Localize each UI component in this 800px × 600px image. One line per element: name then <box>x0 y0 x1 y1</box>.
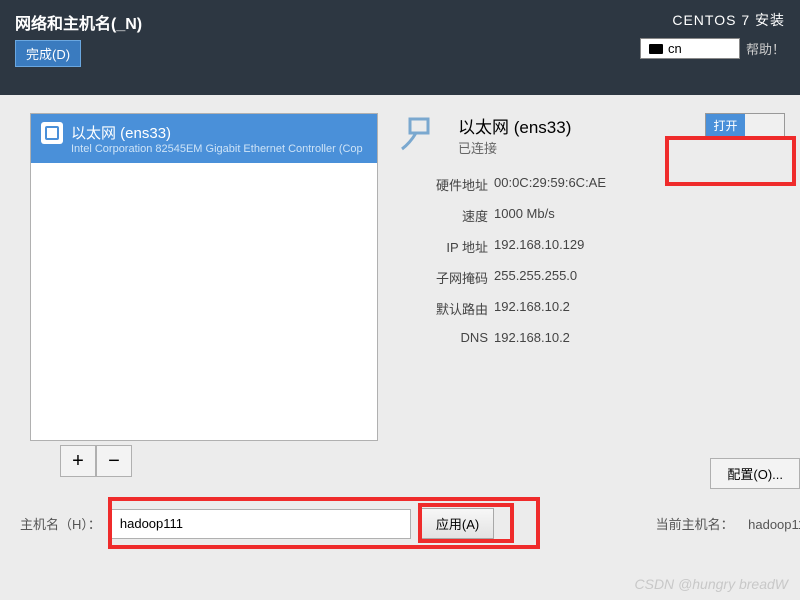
connection-status: 已连接 <box>458 138 571 157</box>
mask-label: 子网掩码 <box>408 268 488 287</box>
ethernet-large-icon <box>398 113 446 157</box>
nic-name: 以太网 (ens33) <box>71 122 363 143</box>
ethernet-icon <box>41 122 63 144</box>
current-hostname-value: hadoop11 <box>748 517 800 532</box>
remove-interface-button[interactable]: − <box>96 445 132 477</box>
ip-label: IP 地址 <box>408 237 488 256</box>
mask-value: 255.255.255.0 <box>494 268 785 287</box>
hwaddr-value: 00:0C:29:59:6C:AE <box>494 175 785 194</box>
gateway-label: 默认路由 <box>408 299 488 318</box>
current-hostname-label: 当前主机名： <box>656 517 734 532</box>
add-interface-button[interactable]: + <box>60 445 96 477</box>
help-link[interactable]: 帮助！ <box>746 39 785 58</box>
distro-brand: CENTOS 7 安装 <box>672 10 785 30</box>
dns-label: DNS <box>408 330 488 345</box>
speed-value: 1000 Mb/s <box>494 206 785 225</box>
speed-label: 速度 <box>408 206 488 225</box>
watermark: CSDN @hungry breadW <box>635 576 789 592</box>
ip-value: 192.168.10.129 <box>494 237 785 256</box>
list-item[interactable]: 以太网 (ens33) Intel Corporation 82545EM Gi… <box>31 114 377 163</box>
connection-toggle[interactable]: 打开 <box>705 113 785 137</box>
network-interface-list[interactable]: 以太网 (ens33) Intel Corporation 82545EM Gi… <box>30 113 378 441</box>
keyboard-icon <box>649 44 663 54</box>
dns-value: 192.168.10.2 <box>494 330 785 345</box>
keyboard-layout-selector[interactable]: cn <box>640 38 740 59</box>
apply-button[interactable]: 应用(A) <box>421 508 494 539</box>
toggle-handle <box>745 114 784 136</box>
hostname-label: 主机名（H）： <box>20 514 101 533</box>
configure-button[interactable]: 配置(O)... <box>710 458 800 489</box>
toggle-on-label: 打开 <box>706 114 745 136</box>
hwaddr-label: 硬件地址 <box>408 175 488 194</box>
hostname-input[interactable] <box>111 509 411 539</box>
gateway-value: 192.168.10.2 <box>494 299 785 318</box>
done-button[interactable]: 完成(D) <box>15 40 81 67</box>
nic-hardware-desc: Intel Corporation 82545EM Gigabit Ethern… <box>71 143 363 155</box>
interface-title: 以太网 (ens33) <box>458 113 571 138</box>
keyboard-layout-label: cn <box>668 41 682 56</box>
page-title: 网络和主机名(_N) <box>15 10 142 34</box>
